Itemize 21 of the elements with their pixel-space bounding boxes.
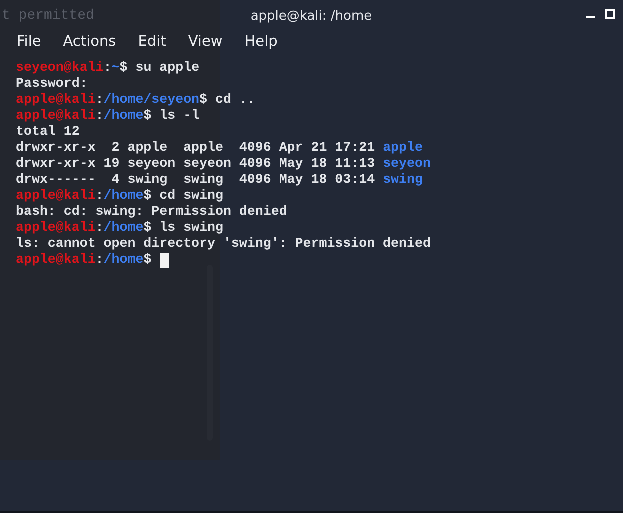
- terminal-line: drwxr-xr-x 2 apple apple 4096 Apr 21 17:21 apple: [16, 140, 424, 156]
- background-text: t permitted: [2, 8, 94, 24]
- terminal-line: Password:: [16, 76, 89, 92]
- terminal-line: apple@kali:/home$ cd swing: [16, 188, 224, 204]
- terminal-line: apple@kali:/home$ ls swing: [16, 220, 224, 236]
- terminal-line: apple@kali:/home$ ls -l: [16, 108, 201, 124]
- menu-item[interactable]: Help: [234, 34, 289, 50]
- menu-item[interactable]: Actions: [52, 34, 128, 50]
- menu-item[interactable]: View: [177, 34, 234, 50]
- terminal-line: drwxr-xr-x 19 seyeon seyeon 4096 May 18 11:13 seyeon: [16, 156, 432, 172]
- terminal-line: seyeon@kali:~$ su apple: [16, 60, 201, 76]
- window-title: apple@kali: /home: [250, 8, 372, 24]
- terminal-line: bash: cd: swing: Permission denied: [16, 204, 288, 220]
- menu-item[interactable]: Edit: [127, 34, 178, 50]
- terminal-line: drwx------ 4 swing swing 4096 May 18 03:14 swing: [16, 172, 424, 188]
- maximize-icon[interactable]: [605, 9, 615, 19]
- terminal-line: ls: cannot open directory 'swing': Permission denied: [16, 236, 432, 252]
- menu-item[interactable]: File: [6, 34, 52, 50]
- terminal-line: total 12: [16, 124, 81, 140]
- terminal-line: apple@kali:/home$: [16, 252, 607, 268]
- terminal-line: apple@kali:/home/seyeon$ cd ..: [16, 92, 256, 108]
